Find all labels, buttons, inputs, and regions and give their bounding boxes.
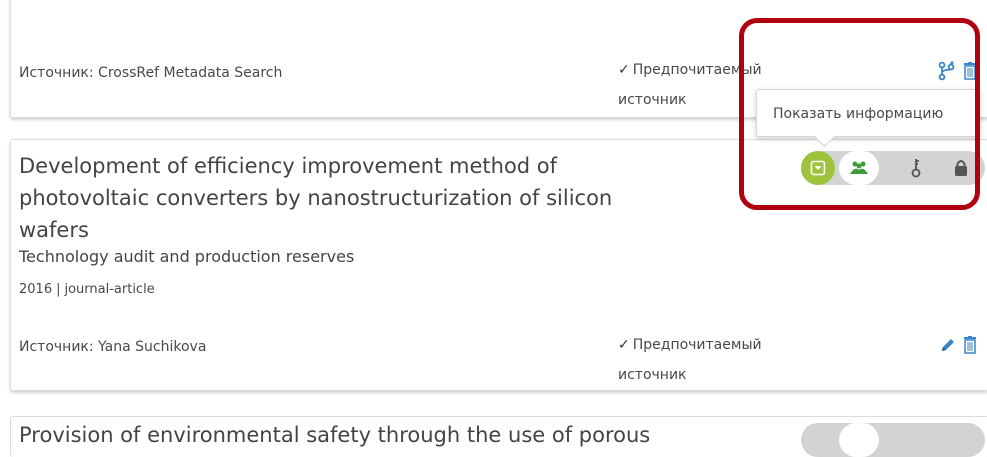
visibility-key-button[interactable] — [899, 423, 933, 457]
visibility-only-me-button[interactable] — [944, 423, 978, 457]
checkbox-checked-icon: ✓ — [618, 62, 630, 78]
next-work-title[interactable]: Provision of environmental safety throug… — [19, 421, 719, 449]
delete-icon[interactable] — [963, 336, 977, 358]
work-year: 2016 — [19, 282, 53, 297]
visibility-trusted-button[interactable] — [839, 423, 879, 457]
work-type: journal-article — [64, 282, 155, 297]
checkbox-checked-icon: ✓ — [618, 337, 630, 353]
meta-separator: | — [56, 282, 61, 297]
work-title-line3: wafers — [19, 218, 89, 242]
work-title-line1: Development of efficiency improvement me… — [19, 154, 558, 178]
work-meta: 2016 | journal-article — [19, 282, 155, 297]
source-label: Источник: CrossRef Metadata Search — [19, 65, 283, 81]
work-card-next: Provision of environmental safety throug… — [10, 416, 987, 457]
work-title[interactable]: Development of efficiency improvement me… — [19, 150, 669, 246]
visibility-selector-next — [801, 423, 985, 457]
preferred-label-line1: Предпочитаемый — [632, 337, 762, 353]
preferred-label-line2: источник — [618, 92, 687, 108]
work-title-line2: photovoltaic converters by nanostructuri… — [19, 186, 613, 210]
journal-title: Technology audit and production reserves — [19, 247, 355, 266]
preferred-source-indicator: ✓ Предпочитаемый источник — [618, 330, 788, 390]
source-label: Источник: Yana Suchikova — [19, 339, 207, 355]
visibility-everyone-button[interactable] — [801, 423, 835, 457]
highlight-annotation — [739, 18, 980, 210]
preferred-label-line2: источник — [618, 367, 687, 383]
edit-icon[interactable] — [940, 337, 956, 357]
